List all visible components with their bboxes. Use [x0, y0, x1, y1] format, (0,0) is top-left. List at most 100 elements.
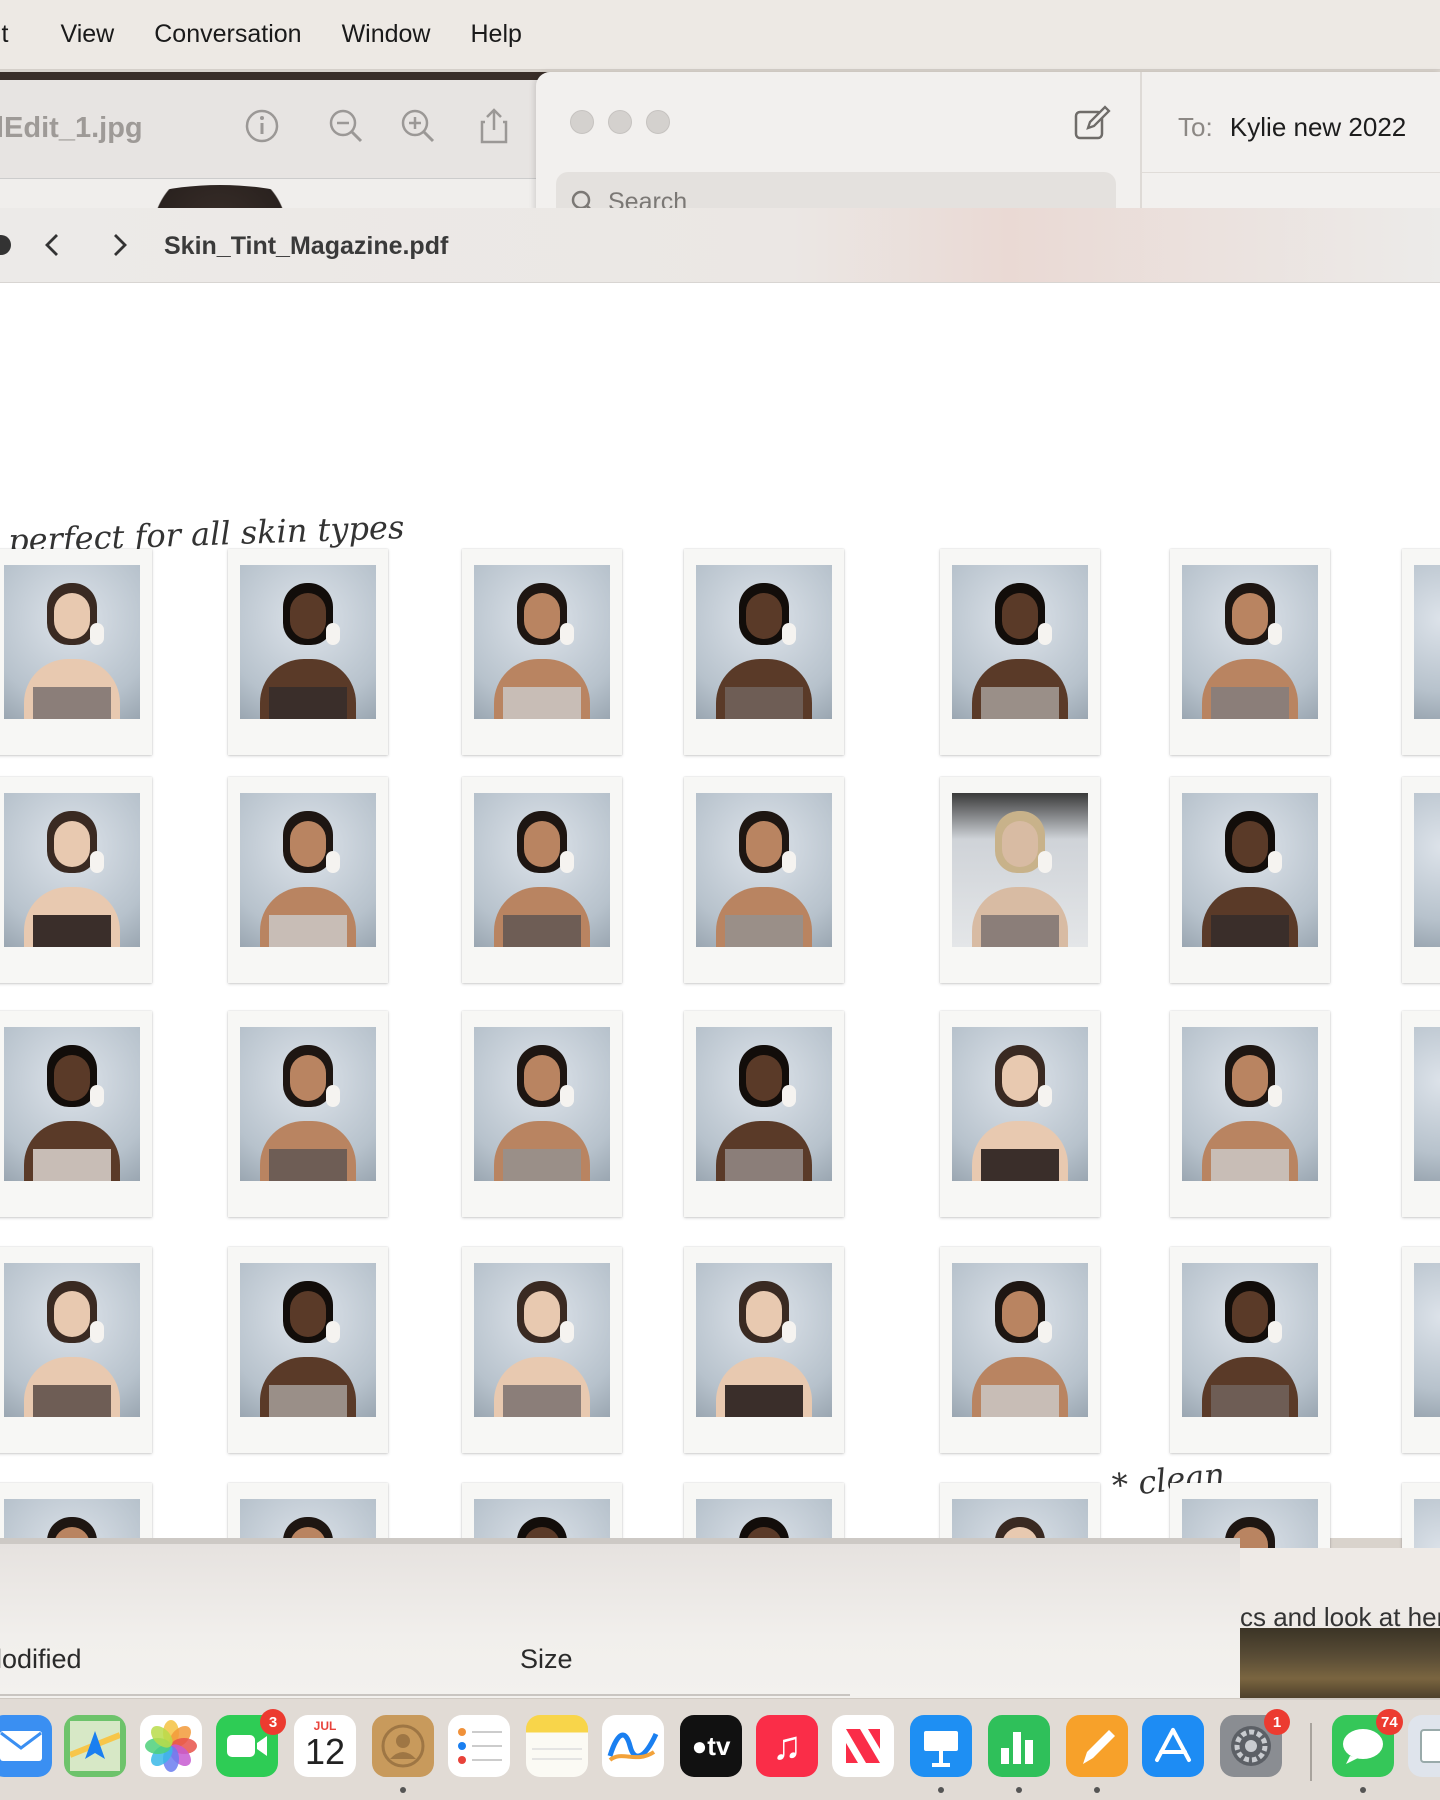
- polaroid-photo: [684, 549, 844, 755]
- notification-badge: 74: [1376, 1709, 1403, 1735]
- back-icon[interactable]: [38, 230, 68, 260]
- photo-image: [1414, 793, 1440, 947]
- polaroid-photo: [0, 549, 152, 755]
- polaroid-photo: [940, 777, 1100, 983]
- compose-icon[interactable]: [1072, 104, 1112, 144]
- freeform-icon[interactable]: [602, 1715, 664, 1777]
- polaroid-photo: [228, 1011, 388, 1217]
- search-field[interactable]: Search: [556, 172, 1116, 212]
- polaroid-photo: [228, 777, 388, 983]
- tv-label: ●tv: [691, 1730, 731, 1761]
- running-indicator: [938, 1787, 944, 1793]
- running-indicator: [1360, 1787, 1366, 1793]
- info-icon[interactable]: [242, 106, 282, 146]
- recipient-underline: [1142, 172, 1440, 173]
- photo-image: [696, 565, 832, 719]
- polaroid-photo: [1402, 1247, 1440, 1453]
- mail-icon[interactable]: [0, 1715, 52, 1777]
- notification-badge: 3: [260, 1709, 286, 1735]
- photo-image: [4, 565, 140, 719]
- photo-image: [952, 1027, 1088, 1181]
- polaroid-photo: [684, 1247, 844, 1453]
- polaroid-photo: [1402, 777, 1440, 983]
- photo-image: [1182, 565, 1318, 719]
- photos-icon[interactable]: [140, 1715, 202, 1777]
- pdf-title: Skin_Tint_Magazine.pdf: [164, 232, 449, 260]
- polaroid-photo: [1170, 777, 1330, 983]
- zoom-in-icon[interactable]: [398, 106, 438, 146]
- pdf-viewer-window: Skin_Tint_Magazine.pdf perfect for all s…: [0, 208, 1440, 1689]
- keynote-icon[interactable]: [910, 1715, 972, 1777]
- preview-icon[interactable]: [1408, 1715, 1440, 1777]
- reminders-icon[interactable]: [448, 1715, 510, 1777]
- viewer-title: lEdit_1.jpg: [0, 112, 143, 144]
- minimize-button[interactable]: [608, 110, 632, 134]
- dock-separator: [1310, 1723, 1312, 1781]
- pdf-page: perfect for all skin types * clean: [0, 283, 1440, 1689]
- polaroid-photo: [1170, 549, 1330, 755]
- running-indicator: [1016, 1787, 1022, 1793]
- calendar-icon[interactable]: JUL 12: [294, 1715, 356, 1777]
- preview-image: [1240, 1628, 1440, 1700]
- finder-window: lodified Size: [0, 1538, 1240, 1698]
- forward-icon[interactable]: [104, 230, 134, 260]
- polaroid-photo: [462, 549, 622, 755]
- polaroid-photo: [684, 777, 844, 983]
- polaroid-photo: [462, 1011, 622, 1217]
- dock: 3 JUL 12 ●tv ♫ 1 74: [0, 1698, 1440, 1800]
- photo-image: [696, 1027, 832, 1181]
- column-size[interactable]: Size: [520, 1644, 573, 1675]
- side-preview-window: cs and look at her: [1240, 1548, 1440, 1700]
- share-icon[interactable]: [474, 106, 514, 146]
- photo-image: [240, 1263, 376, 1417]
- to-label: To:: [1178, 112, 1213, 142]
- polaroid-photo: [462, 777, 622, 983]
- photo-image: [696, 793, 832, 947]
- photo-image: [240, 565, 376, 719]
- news-icon[interactable]: [832, 1715, 894, 1777]
- menu-help[interactable]: Help: [470, 20, 521, 49]
- zoom-out-icon[interactable]: [326, 106, 366, 146]
- polaroid-photo: [1170, 1011, 1330, 1217]
- menu-bar: it View Conversation Window Help: [0, 0, 1440, 70]
- column-date-modified[interactable]: lodified: [0, 1644, 82, 1675]
- polaroid-photo: [0, 1247, 152, 1453]
- photo-image: [240, 1027, 376, 1181]
- photo-image: [474, 793, 610, 947]
- sidebar-toggle-icon[interactable]: [0, 230, 16, 260]
- photo-image: [4, 1027, 140, 1181]
- window-controls: [570, 110, 670, 134]
- app-store-icon[interactable]: [1142, 1715, 1204, 1777]
- recipient-name: Kylie new 2022: [1229, 112, 1407, 142]
- pages-icon[interactable]: [1066, 1715, 1128, 1777]
- photo-image: [1414, 565, 1440, 719]
- photo-image: [474, 1263, 610, 1417]
- contacts-icon[interactable]: [372, 1715, 434, 1777]
- menu-view[interactable]: View: [61, 20, 115, 49]
- polaroid-photo: [0, 1011, 152, 1217]
- photo-image: [4, 793, 140, 947]
- music-icon[interactable]: ♫: [756, 1715, 818, 1777]
- messages-window: Search To: Kylie new 2022: [536, 72, 1440, 212]
- polaroid-photo: [1170, 1247, 1330, 1453]
- zoom-button[interactable]: [646, 110, 670, 134]
- photo-image: [474, 1027, 610, 1181]
- menu-edit[interactable]: it: [0, 20, 9, 49]
- recipient-field[interactable]: To: Kylie new 2022: [1178, 112, 1406, 143]
- close-button[interactable]: [570, 110, 594, 134]
- polaroid-photo: [1402, 549, 1440, 755]
- maps-icon[interactable]: [64, 1715, 126, 1777]
- tv-icon[interactable]: ●tv: [680, 1715, 742, 1777]
- photo-image: [474, 565, 610, 719]
- menu-conversation[interactable]: Conversation: [154, 20, 301, 49]
- menu-window[interactable]: Window: [342, 20, 431, 49]
- polaroid-photo: [1402, 1011, 1440, 1217]
- photo-image: [952, 793, 1088, 947]
- notification-badge: 1: [1264, 1709, 1290, 1735]
- polaroid-photo: [0, 777, 152, 983]
- numbers-icon[interactable]: [988, 1715, 1050, 1777]
- photo-image: [4, 1263, 140, 1417]
- column-header-divider: [0, 1694, 850, 1696]
- polaroid-photo: [228, 549, 388, 755]
- notes-icon[interactable]: [526, 1715, 588, 1777]
